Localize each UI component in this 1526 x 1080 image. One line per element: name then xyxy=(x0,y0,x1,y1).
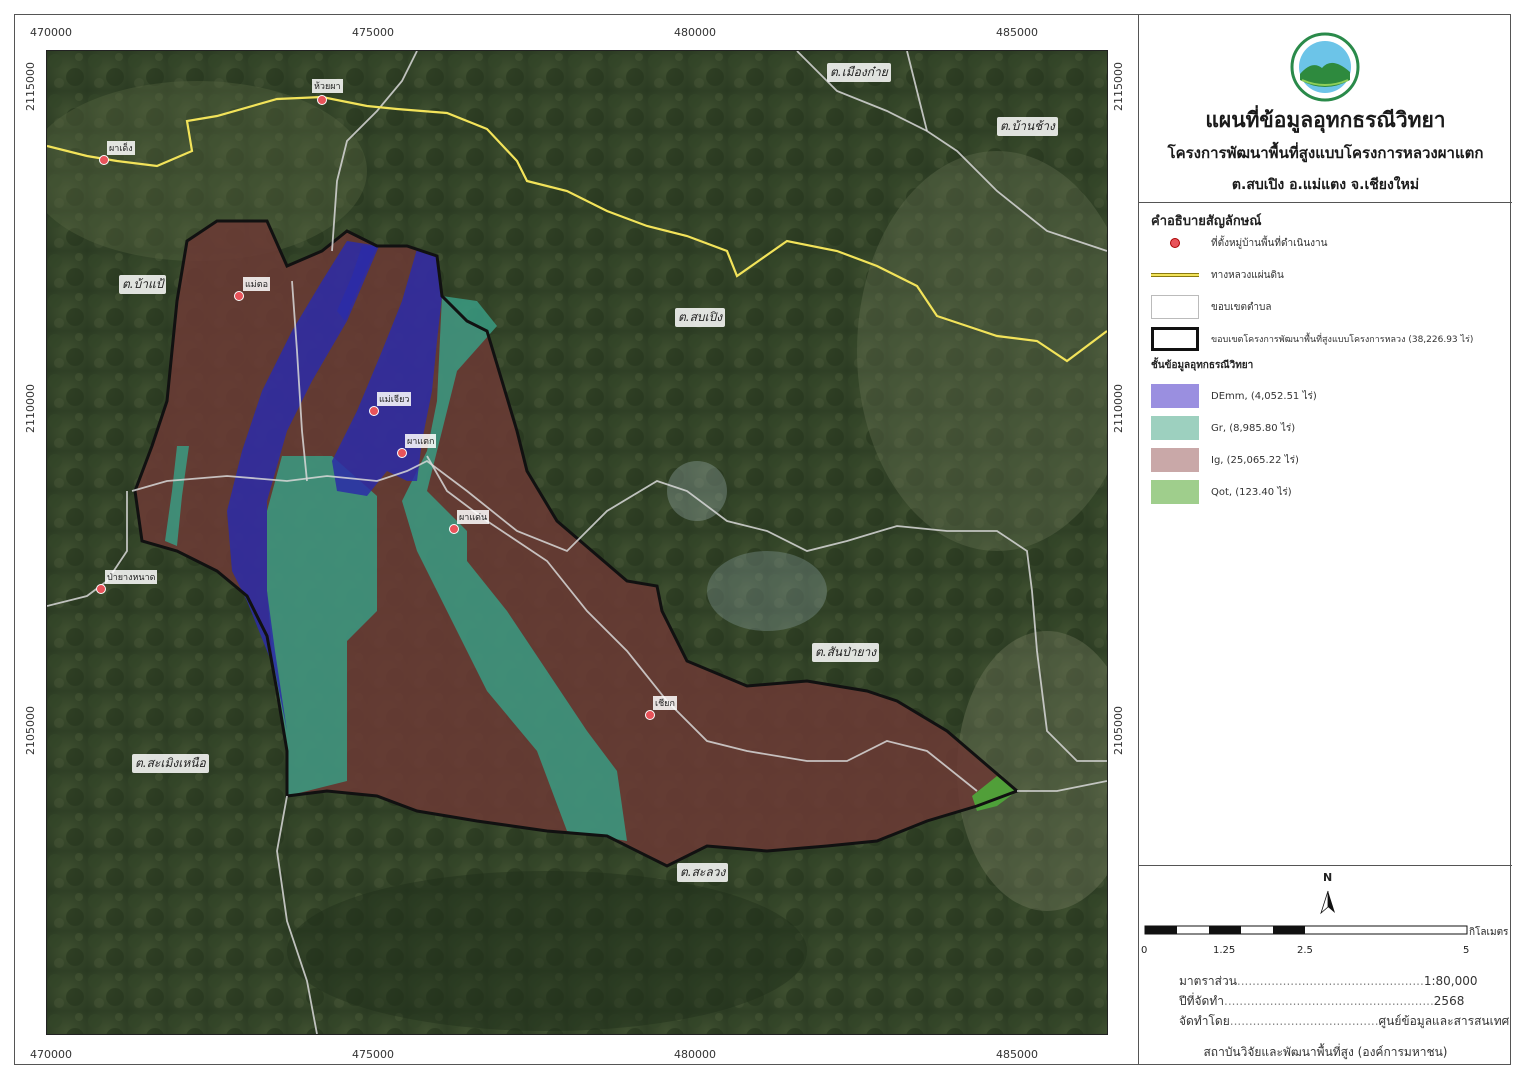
scale-key: มาตราส่วน xyxy=(1179,974,1237,988)
tambon-label: ต.สะเมิงเหนือ xyxy=(132,754,209,773)
village-marker[interactable] xyxy=(449,524,459,534)
title-block: แผนที่ข้อมูลอุทกธรณีวิทยา โครงการพัฒนาพื… xyxy=(1139,14,1512,203)
legend-project: ขอบเขตโครงการพัฒนาพื้นที่สูงแบบโครงการหล… xyxy=(1151,326,1473,352)
scale-value: 1:80,000 xyxy=(1423,974,1478,988)
legend-highway: ทางหลวงแผ่นดิน xyxy=(1151,262,1284,288)
village-symbol-icon xyxy=(1151,231,1199,255)
year-value: 2568 xyxy=(1433,994,1465,1008)
map-footer: N 0 1.25 2.5 5 กิโลเมตร มาตราส่วน.......… xyxy=(1139,865,1512,1065)
village-marker[interactable] xyxy=(369,406,379,416)
tambon-label: ต.เมืองก๋าย xyxy=(827,63,891,82)
x-tick-top-2: 480000 xyxy=(674,26,716,39)
info-scale: มาตราส่วน...............................… xyxy=(1179,974,1478,988)
scale-unit: กิโลเมตร xyxy=(1469,927,1509,938)
geo-legend-title: ชั้นข้อมูลอุทกธรณีวิทยา xyxy=(1151,360,1254,371)
ig-swatch xyxy=(1151,448,1199,472)
legend-demm-label: DEmm, (4,052.51 ไร่) xyxy=(1211,390,1317,402)
qot-swatch xyxy=(1151,480,1199,504)
village-marker[interactable] xyxy=(397,448,407,458)
legend-village: ที่ตั้งหมู่บ้านพื้นที่ดำเนินงาน xyxy=(1151,230,1328,256)
year-key: ปีที่จัดทำ xyxy=(1179,994,1224,1008)
legend-qot-label: Qot, (123.40 ไร่) xyxy=(1211,486,1292,498)
tambon-label: ต.สะลวง xyxy=(677,863,729,882)
terrain-patch xyxy=(287,871,807,1031)
demm-swatch xyxy=(1151,384,1199,408)
legend-gr-label: Gr, (8,985.80 ไร่) xyxy=(1211,422,1296,434)
village-marker[interactable] xyxy=(96,584,106,594)
x-tick-top-0: 470000 xyxy=(30,26,72,39)
institute-logo-icon xyxy=(1290,32,1360,102)
x-tick-bottom-1: 475000 xyxy=(352,1048,394,1061)
x-tick-top-1: 475000 xyxy=(352,26,394,39)
legend-highway-label: ทางหลวงแผ่นดิน xyxy=(1211,269,1284,281)
side-panel: แผนที่ข้อมูลอุทกธรณีวิทยา โครงการพัฒนาพื… xyxy=(1138,14,1512,1065)
village-marker[interactable] xyxy=(317,95,327,105)
legend-demm: DEmm, (4,052.51 ไร่) xyxy=(1151,383,1317,409)
by-key: จัดทำโดย xyxy=(1179,1014,1230,1028)
village-name: เชียก xyxy=(653,696,677,710)
project-symbol-icon xyxy=(1151,327,1199,351)
map-subtitle: โครงการพัฒนาพื้นที่สูงแบบโครงการหลวงผาแต… xyxy=(1167,144,1484,162)
legend-ig: Ig, (25,065.22 ไร่) xyxy=(1151,447,1299,473)
satellite-map xyxy=(47,51,1107,1034)
map-canvas[interactable]: ต.เมืองก๋าย ต.บ้านช้าง ต.บ้าแป้ ต.สบเปิง… xyxy=(46,50,1108,1035)
cloud-patch xyxy=(667,461,727,521)
by-value: ศูนย์ข้อมูลและสารสนเทศ xyxy=(1378,1014,1510,1028)
scale-label-3: 5 xyxy=(1463,945,1470,956)
x-tick-bottom-0: 470000 xyxy=(30,1048,72,1061)
y-tick-right-0: 2115000 xyxy=(1112,62,1125,111)
north-arrow-icon xyxy=(1320,890,1335,915)
cloud-patch xyxy=(707,551,827,631)
tambon-label: ต.สบเปิง xyxy=(675,308,726,327)
legend-title: คำอธิบายสัญลักษณ์ xyxy=(1151,214,1262,229)
y-tick-left-0: 2115000 xyxy=(24,62,37,111)
legend-tambon: ขอบเขตตำบล xyxy=(1151,294,1272,320)
y-tick-left-1: 2110000 xyxy=(24,384,37,433)
highway-symbol-icon xyxy=(1151,263,1199,287)
y-tick-right-2: 2105000 xyxy=(1112,706,1125,755)
tambon-symbol-icon xyxy=(1151,295,1199,319)
legend-village-label: ที่ตั้งหมู่บ้านพื้นที่ดำเนินงาน xyxy=(1211,237,1328,249)
village-name: แม่เจียว xyxy=(377,392,412,406)
scale-label-0: 0 xyxy=(1141,945,1148,956)
legend-project-label: ขอบเขตโครงการพัฒนาพื้นที่สูงแบบโครงการหล… xyxy=(1211,335,1474,345)
scale-label-1: 1.25 xyxy=(1213,945,1236,956)
legend-panel: คำอธิบายสัญลักษณ์ ที่ตั้งหมู่บ้านพื้นที่… xyxy=(1139,202,1512,866)
village-name: แม่ตอ xyxy=(243,277,270,291)
map-title: แผนที่ข้อมูลอุทกธรณีวิทยา xyxy=(1205,108,1446,132)
legend-ig-label: Ig, (25,065.22 ไร่) xyxy=(1211,454,1299,466)
y-tick-left-2: 2105000 xyxy=(24,706,37,755)
tambon-label: ต.สันป่ายาง xyxy=(812,643,880,662)
village-marker[interactable] xyxy=(234,291,244,301)
village-name: ผาแด่น xyxy=(457,510,490,524)
village-marker[interactable] xyxy=(99,155,109,165)
x-tick-bottom-2: 480000 xyxy=(674,1048,716,1061)
credit: สถาบันวิจัยและพัฒนาพื้นที่สูง (องค์การมห… xyxy=(1203,1045,1448,1059)
legend-gr: Gr, (8,985.80 ไร่) xyxy=(1151,415,1295,441)
tambon-label: ต.บ้านช้าง xyxy=(997,117,1058,136)
x-tick-top-3: 485000 xyxy=(996,26,1038,39)
north-arrow-label: N xyxy=(1323,871,1333,884)
y-tick-right-1: 2110000 xyxy=(1112,384,1125,433)
legend-qot: Qot, (123.40 ไร่) xyxy=(1151,479,1292,505)
scale-label-2: 2.5 xyxy=(1297,945,1313,956)
village-marker[interactable] xyxy=(645,710,655,720)
legend-tambon-label: ขอบเขตตำบล xyxy=(1211,301,1272,313)
tambon-label: ต.บ้าแป้ xyxy=(119,275,167,294)
x-tick-bottom-3: 485000 xyxy=(996,1048,1038,1061)
village-name: ห้วยผา xyxy=(312,79,343,93)
village-name: ผาแตก xyxy=(405,434,437,448)
info-year: ปีที่จัดทำ..............................… xyxy=(1179,994,1465,1008)
village-name: ผาเด็ง xyxy=(107,141,135,155)
village-name: ป่ายางหนาด xyxy=(105,570,158,584)
gr-swatch xyxy=(1151,416,1199,440)
map-location: ต.สบเปิง อ.แม่แตง จ.เชียงใหม่ xyxy=(1231,177,1420,193)
info-by: จัดทำโดย................................… xyxy=(1179,1014,1510,1028)
